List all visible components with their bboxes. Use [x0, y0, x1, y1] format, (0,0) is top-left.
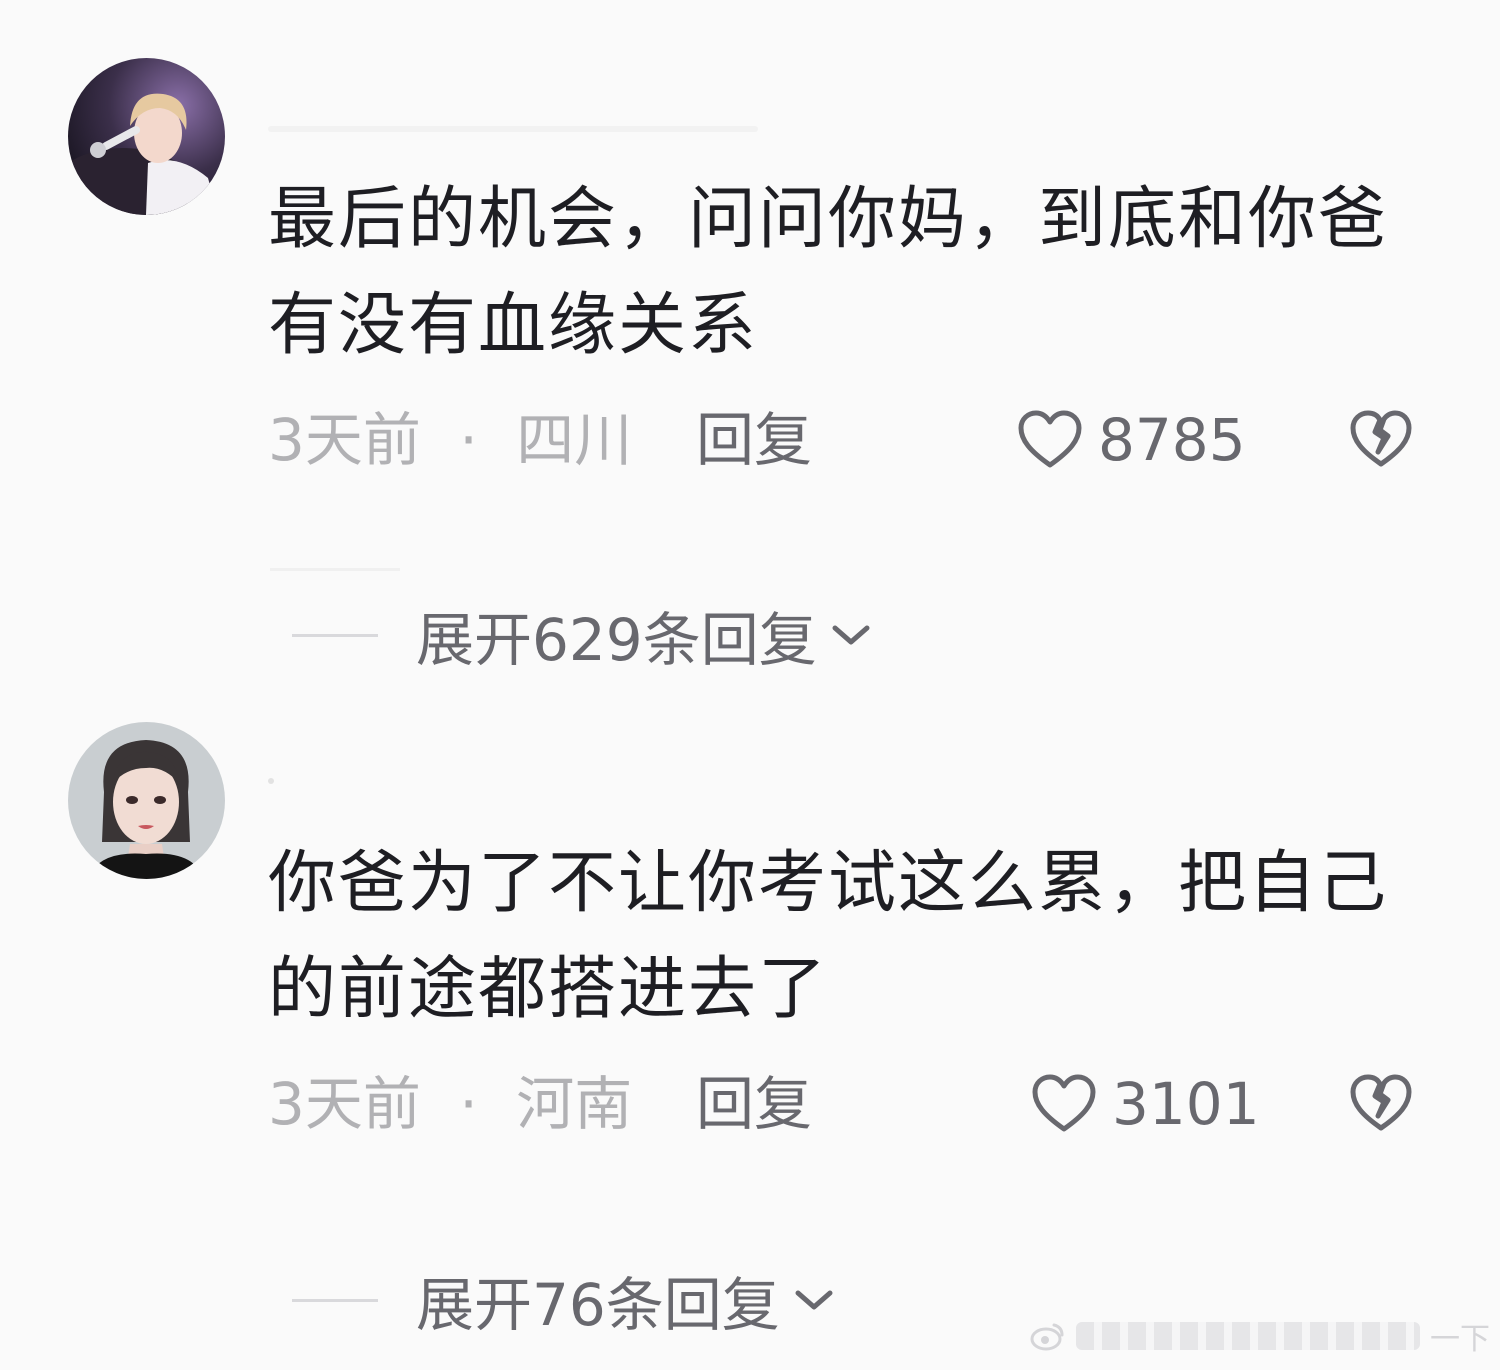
comment-text: 最后的机会，问问你妈，到底和你爸有没有血缘关系: [268, 180, 1389, 365]
comment-location: 河南: [516, 1070, 633, 1138]
comment-time: 3天前: [268, 406, 421, 474]
avatar[interactable]: [68, 58, 225, 215]
watermark-text-blur: [1076, 1322, 1420, 1350]
comment-location: 四川: [516, 406, 633, 474]
chevron-down-icon: [795, 1290, 833, 1310]
comment-item: 最后的机会，问问你妈，到底和你爸有没有血缘关系 3天前 · 四川 回复 8785…: [0, 0, 1500, 700]
avatar[interactable]: [68, 722, 225, 879]
expand-dash: [292, 633, 378, 637]
dislike-button[interactable]: [1348, 408, 1414, 490]
broken-heart-icon: [1350, 410, 1412, 467]
heart-outline-icon: [1032, 1074, 1096, 1132]
like-count: 3101: [1112, 1070, 1260, 1138]
like-button[interactable]: 8785: [1016, 400, 1246, 480]
weibo-logo-icon: [1030, 1323, 1064, 1351]
expand-dash: [292, 1298, 378, 1302]
watermark: 一下: [1030, 1316, 1490, 1357]
dislike-button[interactable]: [1348, 1072, 1414, 1154]
expand-replies-label: 展开76条回复: [416, 1271, 780, 1339]
expand-replies-label: 展开629条回复: [416, 606, 817, 674]
time-location: 3天前 · 四川: [268, 400, 632, 480]
like-count: 8785: [1098, 406, 1246, 474]
reply-button[interactable]: 回复: [696, 400, 812, 480]
comment-meta: 3天前 · 河南 回复 3101: [268, 1064, 1428, 1144]
divider: [270, 568, 400, 571]
comment-time: 3天前: [268, 1070, 421, 1138]
username-placeholder[interactable]: [268, 778, 274, 784]
chevron-down-icon: [832, 625, 870, 645]
username-placeholder[interactable]: [268, 126, 758, 132]
meta-separator: ·: [459, 406, 478, 474]
meta-separator: ·: [459, 1070, 478, 1138]
reply-button[interactable]: 回复: [696, 1064, 812, 1144]
watermark-tail: 一下: [1430, 1322, 1490, 1357]
comment-text: 你爸为了不让你考试这么累，把自己的前途都搭进去了: [268, 844, 1389, 1029]
comment-item: 你爸为了不让你考试这么累，把自己的前途都搭进去了 3天前 · 河南 回复 310…: [0, 700, 1500, 1370]
expand-replies-button[interactable]: 展开629条回复: [292, 595, 873, 675]
expand-replies-button[interactable]: 展开76条回复: [292, 1260, 836, 1340]
comment-meta: 3天前 · 四川 回复 8785: [268, 400, 1428, 480]
heart-outline-icon: [1018, 410, 1082, 468]
time-location: 3天前 · 河南: [268, 1064, 632, 1144]
like-button[interactable]: 3101: [1030, 1064, 1260, 1144]
broken-heart-icon: [1350, 1074, 1412, 1131]
